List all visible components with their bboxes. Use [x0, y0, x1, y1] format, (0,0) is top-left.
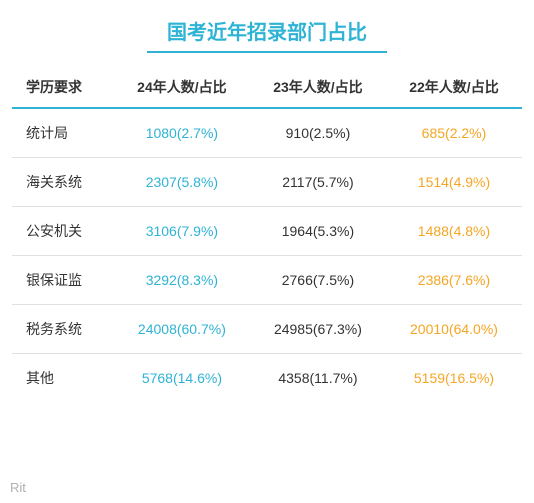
cell-dept: 税务系统	[12, 305, 114, 354]
cell-y24: 2307(5.8%)	[114, 158, 250, 207]
cell-y22: 20010(64.0%)	[386, 305, 522, 354]
table-row: 统计局1080(2.7%)910(2.5%)685(2.2%)	[12, 108, 522, 158]
cell-y24: 5768(14.6%)	[114, 354, 250, 403]
cell-y23: 1964(5.3%)	[250, 207, 386, 256]
cell-y23: 24985(67.3%)	[250, 305, 386, 354]
table-row: 公安机关3106(7.9%)1964(5.3%)1488(4.8%)	[12, 207, 522, 256]
cell-dept: 其他	[12, 354, 114, 403]
data-table-wrapper: 学历要求 24年人数/占比 23年人数/占比 22年人数/占比 统计局1080(…	[12, 69, 522, 402]
table-row: 税务系统24008(60.7%)24985(67.3%)20010(64.0%)	[12, 305, 522, 354]
page-title: 国考近年招录部门占比	[147, 10, 387, 53]
cell-dept: 海关系统	[12, 158, 114, 207]
table-row: 银保证监3292(8.3%)2766(7.5%)2386(7.6%)	[12, 256, 522, 305]
table-row: 海关系统2307(5.8%)2117(5.7%)1514(4.9%)	[12, 158, 522, 207]
cell-y22: 685(2.2%)	[386, 108, 522, 158]
cell-y24: 24008(60.7%)	[114, 305, 250, 354]
col-header-y22: 22年人数/占比	[386, 69, 522, 108]
table-row: 其他5768(14.6%)4358(11.7%)5159(16.5%)	[12, 354, 522, 403]
cell-dept: 统计局	[12, 108, 114, 158]
col-header-y24: 24年人数/占比	[114, 69, 250, 108]
cell-y24: 1080(2.7%)	[114, 108, 250, 158]
cell-y23: 4358(11.7%)	[250, 354, 386, 403]
cell-y24: 3106(7.9%)	[114, 207, 250, 256]
col-header-dept: 学历要求	[12, 69, 114, 108]
cell-y24: 3292(8.3%)	[114, 256, 250, 305]
cell-y22: 5159(16.5%)	[386, 354, 522, 403]
cell-y23: 2117(5.7%)	[250, 158, 386, 207]
watermark: Rit	[10, 480, 26, 495]
cell-dept: 银保证监	[12, 256, 114, 305]
cell-y23: 910(2.5%)	[250, 108, 386, 158]
cell-y22: 2386(7.6%)	[386, 256, 522, 305]
cell-y22: 1488(4.8%)	[386, 207, 522, 256]
col-header-y23: 23年人数/占比	[250, 69, 386, 108]
cell-y23: 2766(7.5%)	[250, 256, 386, 305]
table-header-row: 学历要求 24年人数/占比 23年人数/占比 22年人数/占比	[12, 69, 522, 108]
cell-dept: 公安机关	[12, 207, 114, 256]
data-table: 学历要求 24年人数/占比 23年人数/占比 22年人数/占比 统计局1080(…	[12, 69, 522, 402]
cell-y22: 1514(4.9%)	[386, 158, 522, 207]
